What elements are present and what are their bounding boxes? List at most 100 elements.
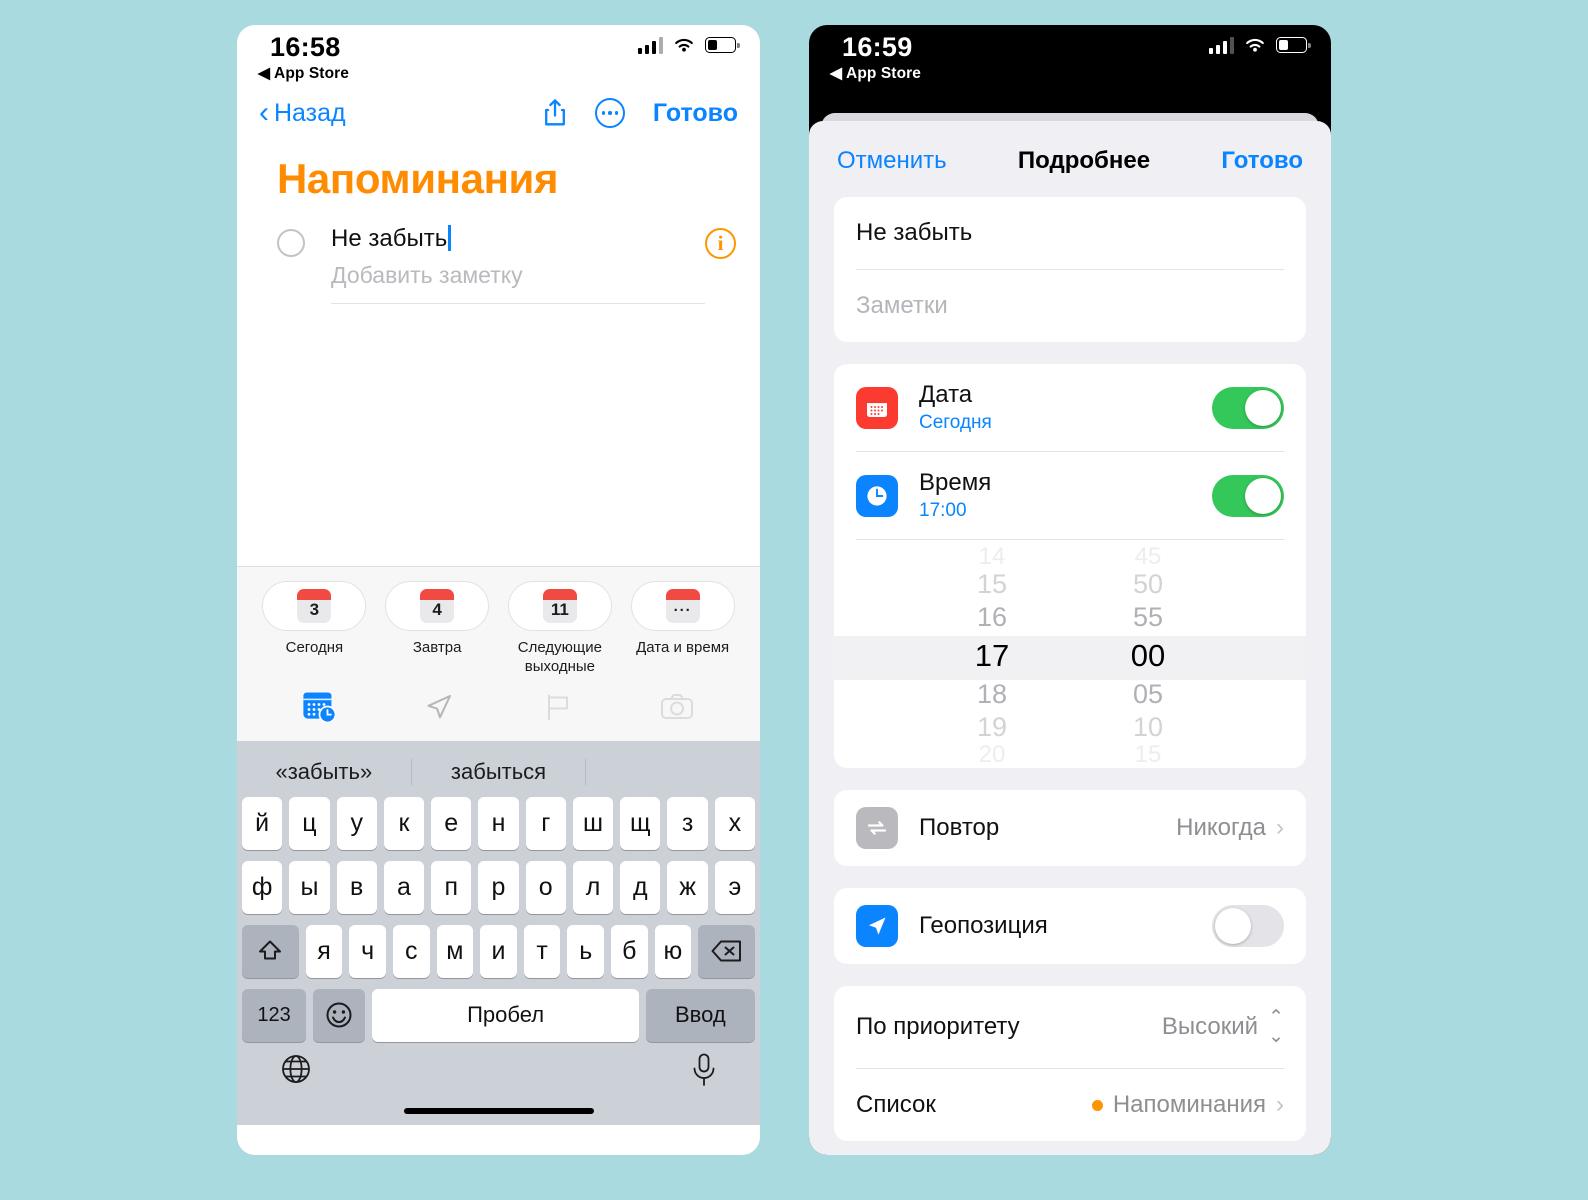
complete-checkbox-icon[interactable]	[277, 229, 305, 257]
key[interactable]: ю	[654, 924, 692, 978]
picker-minute[interactable]: 10	[1102, 711, 1194, 744]
time-row[interactable]: Время 17:00	[856, 452, 1284, 539]
picker-hour[interactable]: 16	[946, 601, 1038, 634]
shift-key[interactable]	[242, 924, 299, 978]
key[interactable]: л	[572, 860, 614, 914]
key[interactable]: о	[525, 860, 566, 914]
key[interactable]: у	[336, 796, 377, 850]
status-back-to-app[interactable]: ◀ App Store	[830, 64, 921, 83]
key[interactable]: н	[478, 796, 519, 850]
reminder-title-input[interactable]: Не забыть	[331, 225, 451, 253]
picker-minute[interactable]: 15	[1102, 744, 1194, 766]
picker-hour[interactable]: 19	[946, 711, 1038, 744]
key[interactable]: п	[431, 860, 472, 914]
space-key[interactable]: Пробел	[372, 988, 639, 1042]
key[interactable]: й	[242, 796, 283, 850]
status-back-to-app[interactable]: ◀ App Store	[258, 64, 349, 83]
done-button[interactable]: Готово	[1221, 147, 1303, 175]
picker-hour[interactable]: 15	[946, 568, 1038, 601]
virtual-keyboard: «забыть» забыться й ц у к е н г ш щ з х	[237, 740, 760, 1125]
time-toggle[interactable]	[1212, 474, 1284, 517]
emoji-key[interactable]	[313, 988, 366, 1042]
list-color-dot	[1091, 1099, 1103, 1111]
key[interactable]: д	[620, 860, 661, 914]
picker-hour[interactable]: 20	[946, 744, 1038, 766]
picker-minute[interactable]: 55	[1102, 601, 1194, 634]
key[interactable]: щ	[620, 796, 661, 850]
left-status-bar: 16:58 ◀ App Store	[237, 25, 760, 87]
microphone-icon[interactable]	[690, 1052, 718, 1093]
flag-icon[interactable]	[535, 689, 581, 725]
picker-minute[interactable]: 05	[1102, 678, 1194, 711]
list-row[interactable]: Список Напоминания ›	[856, 1069, 1284, 1141]
back-button[interactable]: ‹ Назад	[259, 96, 346, 129]
key[interactable]: а	[383, 860, 425, 914]
key[interactable]: ц	[289, 796, 330, 850]
suggestion-chip[interactable]: 4 Завтра	[385, 581, 490, 677]
done-button[interactable]: Готово	[653, 99, 738, 128]
picker-minute[interactable]: 50	[1102, 568, 1194, 601]
date-row[interactable]: Дата Сегодня	[856, 364, 1284, 451]
hour-column[interactable]: 14 15 16 17 18 19 20	[946, 546, 1038, 768]
key[interactable]: ч	[349, 924, 386, 978]
prediction-item[interactable]: «забыть»	[237, 759, 411, 785]
key[interactable]: э	[714, 860, 755, 914]
key[interactable]: ы	[289, 860, 330, 914]
key[interactable]: и	[480, 924, 517, 978]
cancel-button[interactable]: Отменить	[837, 147, 947, 175]
key[interactable]: в	[336, 860, 377, 914]
suggestion-chip-button[interactable]: 11	[507, 581, 612, 631]
location-arrow-icon[interactable]	[416, 689, 462, 725]
minute-column[interactable]: 45 50 55 00 05 10 15	[1102, 546, 1194, 768]
key[interactable]: м	[436, 924, 474, 978]
repeat-row[interactable]: Повтор Никогда ›	[856, 790, 1284, 866]
key[interactable]: р	[478, 860, 519, 914]
suggestion-chip-button[interactable]: ···	[630, 581, 735, 631]
chevron-left-icon: ‹	[259, 96, 269, 129]
key[interactable]: к	[383, 796, 425, 850]
location-toggle[interactable]	[1212, 905, 1284, 947]
date-toggle[interactable]	[1212, 386, 1284, 429]
location-row[interactable]: Геопозиция	[856, 888, 1284, 964]
share-icon[interactable]	[543, 98, 567, 128]
key[interactable]: ф	[242, 860, 283, 914]
key[interactable]: т	[523, 924, 561, 978]
picker-hour[interactable]: 14	[946, 546, 1038, 568]
time-picker[interactable]: 14 15 16 17 18 19 20 45 50 55 00 05 10 1…	[834, 540, 1306, 768]
info-icon[interactable]: i	[705, 228, 736, 259]
more-options-icon[interactable]	[594, 98, 625, 128]
key[interactable]: х	[714, 796, 755, 850]
key[interactable]: ш	[572, 796, 614, 850]
date-suggestion-bar: 3 Сегодня 4 Завтра 11 Следующие выходные	[237, 566, 760, 741]
picker-minute[interactable]: 45	[1102, 546, 1194, 568]
key[interactable]: ь	[567, 924, 605, 978]
suggestion-chip[interactable]: 11 Следующие выходные	[507, 581, 612, 677]
suggestion-chip-button[interactable]: 4	[385, 581, 490, 631]
notes-input[interactable]: Заметки	[856, 270, 1284, 342]
key[interactable]: е	[431, 796, 472, 850]
suggestion-chip[interactable]: 3 Сегодня	[262, 581, 367, 677]
enter-key[interactable]: Ввод	[645, 988, 755, 1042]
picker-hour[interactable]: 18	[946, 678, 1038, 711]
title-input[interactable]: Не забыть	[856, 197, 1284, 269]
globe-icon[interactable]	[279, 1052, 313, 1093]
reminder-item[interactable]: Не забыть Добавить заметку i	[237, 203, 760, 304]
back-button-label: Назад	[274, 98, 346, 127]
camera-icon[interactable]	[654, 689, 700, 725]
picker-minute-selected[interactable]: 00	[1102, 634, 1194, 678]
calendar-clock-icon[interactable]	[297, 689, 343, 725]
key[interactable]: с	[392, 924, 430, 978]
key[interactable]: ж	[667, 860, 708, 914]
numbers-key[interactable]: 123	[242, 988, 307, 1042]
suggestion-chip[interactable]: ··· Дата и время	[630, 581, 735, 677]
picker-hour-selected[interactable]: 17	[946, 634, 1038, 678]
reminder-note-input[interactable]: Добавить заметку	[331, 262, 705, 289]
key[interactable]: я	[305, 924, 343, 978]
prediction-item[interactable]: забыться	[412, 759, 586, 785]
key[interactable]: б	[611, 924, 648, 978]
key[interactable]: г	[525, 796, 566, 850]
suggestion-chip-button[interactable]: 3	[262, 581, 367, 631]
backspace-key[interactable]	[698, 924, 755, 978]
key[interactable]: з	[667, 796, 708, 850]
priority-row[interactable]: По приоритету Высокий ⌃ ⌄	[856, 986, 1284, 1068]
